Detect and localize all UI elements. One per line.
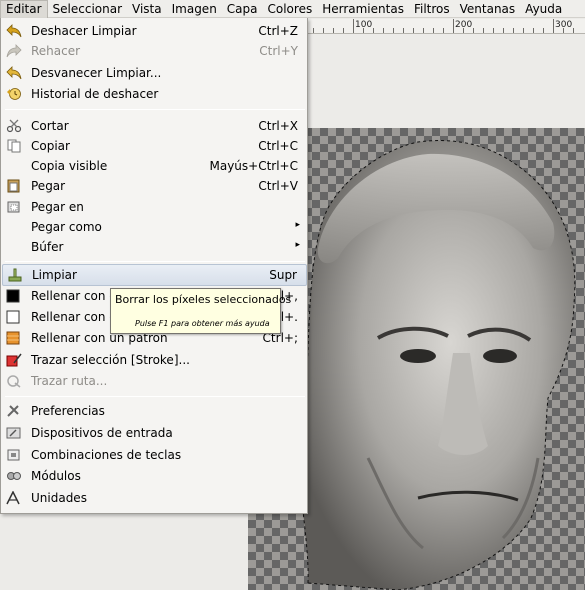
- copy-icon: [7, 139, 21, 153]
- menu-item-label: Desvanecer Limpiar...: [31, 66, 162, 80]
- menu-item-label: Pegar como: [31, 220, 102, 234]
- menu-separator: [5, 109, 305, 110]
- menu-item-rehacer[interactable]: Rehacer Ctrl+Y: [2, 41, 307, 61]
- preferences-icon: [7, 405, 19, 417]
- menu-item-label: Pegar: [31, 179, 66, 193]
- submenu-arrow-icon: ▸: [295, 220, 300, 230]
- menu-item-shortcut: Ctrl+V: [258, 179, 298, 193]
- stroke-selection-icon: [6, 353, 22, 367]
- history-icon: [7, 88, 21, 100]
- menu-item-pegar[interactable]: Pegar Ctrl+V: [2, 176, 307, 196]
- menu-item-bufer[interactable]: Búfer ▸: [2, 237, 307, 257]
- units-icon: [6, 491, 20, 505]
- menu-separator: [5, 261, 305, 262]
- modules-icon: [7, 472, 21, 480]
- menu-editar[interactable]: Editar: [0, 0, 48, 18]
- menu-item-label: Pegar en: [31, 200, 84, 214]
- menu-item-preferencias[interactable]: Preferencias: [2, 401, 307, 421]
- menu-colores[interactable]: Colores: [263, 0, 318, 18]
- horizontal-ruler[interactable]: 100 200 300: [308, 19, 585, 34]
- menu-item-label: Copiar: [31, 139, 70, 153]
- menu-item-trazar-ruta[interactable]: Trazar ruta...: [2, 371, 307, 391]
- menu-item-shortcut: Ctrl+Y: [259, 44, 298, 58]
- menu-item-copiar[interactable]: Copiar Ctrl+C: [2, 136, 307, 156]
- menu-item-pegar-en[interactable]: Pegar en: [2, 197, 307, 217]
- menu-capa[interactable]: Capa: [222, 0, 263, 18]
- menu-item-modulos[interactable]: Módulos: [2, 466, 307, 486]
- submenu-arrow-icon: ▸: [295, 240, 300, 250]
- menu-item-historial[interactable]: Historial de deshacer: [2, 84, 307, 104]
- ruler-tick: [453, 19, 454, 33]
- menu-item-limpiar[interactable]: Limpiar Supr: [2, 264, 307, 286]
- paste-into-icon: [7, 201, 20, 213]
- scissors-icon: [6, 119, 22, 133]
- pattern-fill-icon: [6, 331, 20, 345]
- menu-item-label: Dispositivos de entrada: [31, 426, 173, 440]
- menu-item-label: Trazar selección [Stroke]...: [31, 353, 190, 367]
- menu-ventanas[interactable]: Ventanas: [455, 0, 521, 18]
- menu-item-label: Limpiar: [32, 268, 77, 282]
- menu-item-label: Módulos: [31, 469, 81, 483]
- menu-separator: [5, 396, 305, 397]
- menu-item-shortcut: Ctrl+X: [258, 119, 298, 133]
- menubar: Editar Seleccionar Vista Imagen Capa Col…: [0, 0, 585, 18]
- menu-item-shortcut: Ctrl+Z: [258, 24, 298, 38]
- menu-vista[interactable]: Vista: [127, 0, 167, 18]
- menu-item-cortar[interactable]: Cortar Ctrl+X: [2, 116, 307, 136]
- menu-item-unidades[interactable]: Unidades: [2, 488, 307, 508]
- menu-item-label: Historial de deshacer: [31, 87, 159, 101]
- ruler-tick: [553, 19, 554, 33]
- menu-imagen[interactable]: Imagen: [167, 0, 222, 18]
- tooltip: Borrar los píxeles seleccionados Pulse F…: [110, 288, 291, 334]
- menu-filtros[interactable]: Filtros: [409, 0, 455, 18]
- stroke-path-icon: [7, 375, 21, 388]
- menu-item-label: Preferencias: [31, 404, 105, 418]
- clear-icon: [8, 268, 22, 282]
- menu-item-label: Cortar: [31, 119, 69, 133]
- menu-item-label: Combinaciones de teclas: [31, 448, 182, 462]
- menu-item-label: Copia visible: [31, 159, 108, 173]
- paste-icon: [7, 179, 20, 193]
- menu-item-dispositivos[interactable]: Dispositivos de entrada: [2, 423, 307, 443]
- menu-item-label: Deshacer Limpiar: [31, 24, 137, 38]
- menu-item-desvanecer[interactable]: Desvanecer Limpiar...: [2, 63, 307, 83]
- menu-item-pegar-como[interactable]: Pegar como ▸: [2, 217, 307, 237]
- menu-item-label: Búfer: [31, 240, 64, 254]
- menu-item-shortcut: Ctrl+C: [258, 139, 298, 153]
- fg-fill-icon: [6, 289, 20, 303]
- undo-icon: [6, 24, 22, 38]
- bg-fill-icon: [6, 310, 20, 324]
- menu-item-deshacer[interactable]: Deshacer Limpiar Ctrl+Z: [2, 21, 307, 41]
- menu-seleccionar[interactable]: Seleccionar: [48, 0, 127, 18]
- menu-item-copia-visible[interactable]: Copia visible Mayús+Ctrl+C: [2, 156, 307, 176]
- input-devices-icon: [6, 427, 21, 439]
- edit-menu: Deshacer Limpiar Ctrl+Z Rehacer Ctrl+Y D…: [0, 18, 308, 514]
- fade-icon: [6, 66, 22, 80]
- keyboard-icon: [7, 449, 20, 461]
- menu-item-trazar-seleccion[interactable]: Trazar selección [Stroke]...: [2, 350, 307, 370]
- redo-icon: [6, 44, 22, 58]
- menu-ayuda[interactable]: Ayuda: [520, 0, 567, 18]
- menu-item-label: Rehacer: [31, 44, 81, 58]
- tooltip-hint: Pulse F1 para obtener más ayuda: [135, 319, 270, 328]
- ruler-tick: [353, 19, 354, 33]
- menu-item-label: Unidades: [31, 491, 87, 505]
- menu-item-combinaciones[interactable]: Combinaciones de teclas: [2, 445, 307, 465]
- menu-item-label: Trazar ruta...: [31, 374, 108, 388]
- menu-item-shortcut: Mayús+Ctrl+C: [209, 159, 298, 173]
- tooltip-title: Borrar los píxeles seleccionados: [115, 293, 292, 306]
- menu-herramientas[interactable]: Herramientas: [317, 0, 409, 18]
- menu-item-shortcut: Supr: [269, 268, 297, 282]
